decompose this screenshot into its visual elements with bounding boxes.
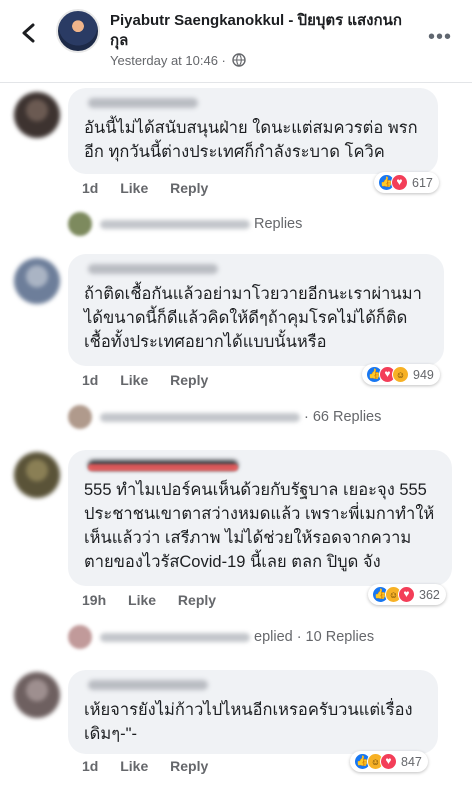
comment-time: 1d [82,180,99,196]
like-button[interactable]: Like [120,180,148,196]
view-replies-row[interactable]: · 66 Replies [68,403,381,431]
comment-time: 1d [82,758,99,774]
view-replies-row[interactable]: eplied · 10 Replies [68,623,374,651]
back-arrow-icon[interactable] [18,22,40,44]
comment-text: อันนี้ไม่ได้สนับสนุนฝ่าย ใดนะแต่สมควรต่อ… [84,119,418,161]
reply-avatar [68,405,92,429]
commenter-avatar[interactable] [14,672,60,718]
reaction-count: 617 [412,175,433,190]
comment-time: 1d [82,372,99,388]
like-button[interactable]: Like [120,372,148,388]
replies-count: Replies [254,216,303,232]
comment-actions: 1d Like Reply [82,372,226,388]
like-button[interactable]: Like [128,592,156,608]
blurred-commenter-name [88,264,218,274]
blurred-replier-name [100,219,250,229]
replies-count: · 66 Replies [304,409,382,425]
commenter-avatar[interactable] [14,258,60,304]
blurred-replier-name [100,632,250,642]
blurred-commenter-name [88,98,198,108]
blurred-replier-name [100,412,300,422]
comment-text: 555 ทำไมเปอร์คนเห็นด้วยกับรัฐบาล เยอะจุง… [84,481,435,571]
commenter-avatar[interactable] [14,452,60,498]
comment-bubble: เห้ยจารยังไม่ก้าวไปไหนอีกเหรอครับวนแต่เร… [68,670,438,754]
reaction-count: 949 [413,367,434,382]
blurred-commenter-name [88,680,208,690]
profile-name[interactable]: Piyabutr Saengkanokkul - ปิยบุตร แสงกนกก… [110,11,410,51]
globe-icon [231,53,246,67]
reply-button[interactable]: Reply [170,372,208,388]
post-meta: Yesterday at 10:46 · [110,53,246,68]
post-header: Piyabutr Saengkanokkul - ปิยบุตร แสงกนกก… [0,0,472,83]
reply-button[interactable]: Reply [170,180,208,196]
reply-button[interactable]: Reply [170,758,208,774]
reply-button[interactable]: Reply [178,592,216,608]
profile-avatar[interactable] [56,9,100,53]
comment-bubble: อันนี้ไม่ได้สนับสนุนฝ่าย ใดนะแต่สมควรต่อ… [68,88,438,174]
more-options-icon[interactable]: ••• [428,26,452,49]
reaction-count: 847 [401,754,422,769]
reaction-summary[interactable]: 👍 ♥ 617 [374,172,439,193]
comment-text: เห้ยจารยังไม่ก้าวไปไหนอีกเหรอครับวนแต่เร… [84,701,413,743]
like-button[interactable]: Like [120,758,148,774]
love-reaction-icon: ♥ [398,586,415,603]
commenter-avatar[interactable] [14,92,60,138]
post-time: Yesterday at 10:46 · [110,53,226,68]
redaction-mark [88,464,238,471]
comment-actions: 1d Like Reply [82,758,226,774]
view-replies-row[interactable]: Replies [68,210,302,238]
love-reaction-icon: ♥ [380,753,397,770]
comment-actions: 1d Like Reply [82,180,226,196]
comment-actions: 19h Like Reply [82,592,234,608]
reaction-summary[interactable]: 👍 ♥ ☺ 949 [362,364,440,385]
comment-text: ถ้าติดเชื้อกันแล้วอย่ามาโวยวายอีกนะเราผ่… [84,285,422,351]
reaction-summary[interactable]: 👍 ☺ ♥ 847 [350,751,428,772]
comment-time: 19h [82,592,107,608]
replies-prefix: eplied [254,629,293,645]
reply-avatar [68,625,92,649]
reaction-summary[interactable]: 👍 ☺ ♥ 362 [368,584,446,605]
replies-count: · 10 Replies [296,629,375,645]
reply-avatar [68,212,92,236]
comment-bubble: ถ้าติดเชื้อกันแล้วอย่ามาโวยวายอีกนะเราผ่… [68,254,444,366]
haha-reaction-icon: ☺ [392,366,409,383]
reaction-count: 362 [419,587,440,602]
love-reaction-icon: ♥ [391,174,408,191]
